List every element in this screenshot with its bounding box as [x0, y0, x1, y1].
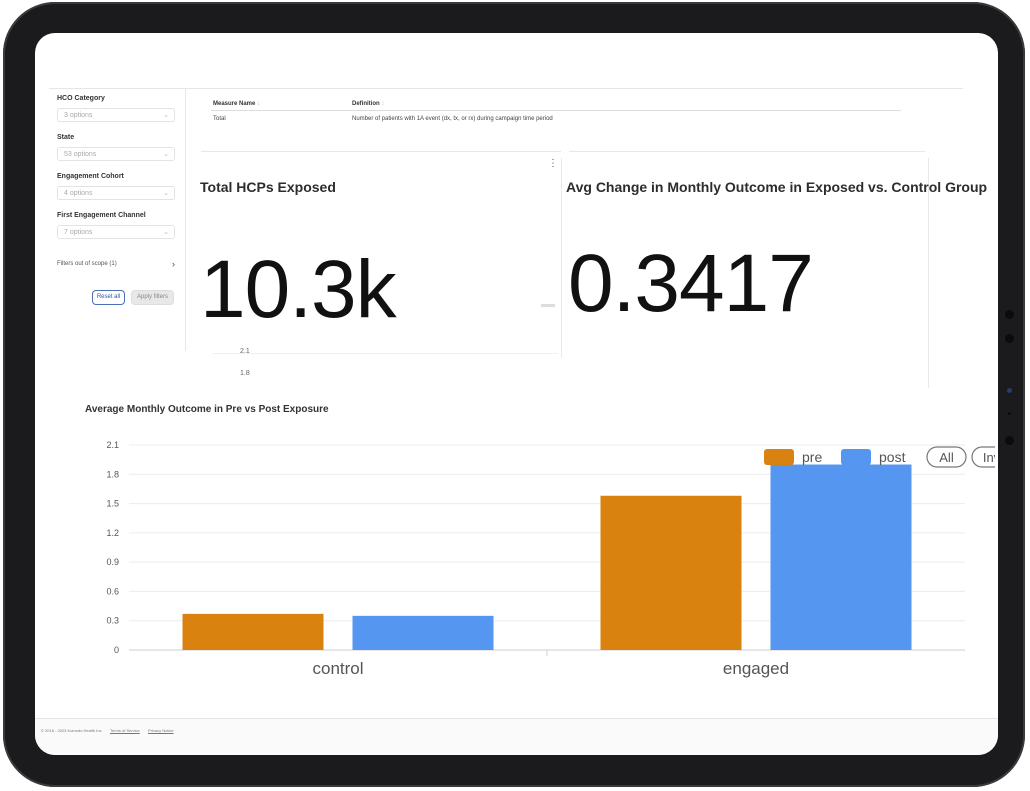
- bar-pre-control[interactable]: [182, 613, 324, 650]
- table-cell-definition: Number of patients with 1A event (dx, tx…: [352, 116, 553, 122]
- panel-handle: [541, 304, 555, 307]
- select-value: 3 options: [64, 112, 93, 119]
- y-tick-label: 0.6: [106, 586, 119, 596]
- y-tick-label: 0.3: [106, 616, 119, 626]
- bar-chart: 0 0.3 0.6 0.9 1.2 1.5 1.8 2.1 control engaged pre…: [106, 440, 995, 678]
- legend-button-label: All: [939, 450, 954, 465]
- tablet-frame: HCO Category 3 options ⌄ State 53 option…: [3, 2, 1025, 787]
- filter-label-state: State: [57, 134, 75, 141]
- terms-link[interactable]: Terms of Service: [110, 728, 140, 733]
- kpi-title-avg-change: Avg Change in Monthly Outcome in Exposed…: [566, 179, 988, 195]
- panel-border: [569, 151, 925, 152]
- bar-pre-engaged[interactable]: [600, 495, 742, 650]
- filter-label-engagement-cohort: Engagement Cohort: [57, 173, 124, 180]
- sidebar-divider: [185, 89, 186, 351]
- table-header-divider: [211, 110, 901, 111]
- select-value: 53 options: [64, 151, 97, 158]
- y-tick-label: 2.1: [106, 440, 119, 450]
- x-category-label: engaged: [723, 659, 789, 678]
- bar-post-engaged[interactable]: [770, 464, 912, 650]
- column-header-label: Measure Name: [213, 101, 256, 107]
- chevron-down-icon: ⌄: [163, 190, 169, 197]
- sort-icon: ↕: [381, 101, 385, 107]
- first-engagement-channel-select[interactable]: 7 options ⌄: [57, 225, 175, 239]
- reset-all-button[interactable]: Reset all: [92, 290, 125, 305]
- bar-chart-panel: Average Monthly Outcome in Pre vs Post E…: [75, 391, 995, 693]
- select-value: 7 options: [64, 229, 93, 236]
- select-value: 4 options: [64, 190, 93, 197]
- filter-sidebar: HCO Category 3 options ⌄ State 53 option…: [35, 89, 185, 349]
- filter-label-first-engagement-channel: First Engagement Channel: [57, 212, 146, 219]
- engagement-cohort-select[interactable]: 4 options ⌄: [57, 186, 175, 200]
- x-category-label: control: [312, 659, 363, 678]
- legend-swatch-pre[interactable]: [764, 449, 794, 465]
- legend-label-pre[interactable]: pre: [802, 449, 822, 465]
- tablet-screen: HCO Category 3 options ⌄ State 53 option…: [35, 33, 998, 755]
- y-tick-label: 1.8: [106, 469, 119, 479]
- hco-category-select[interactable]: 3 options ⌄: [57, 108, 175, 122]
- filter-label-hco-category: HCO Category: [57, 95, 105, 102]
- camera-dot: [1007, 388, 1012, 393]
- y-tick-label: 0: [114, 645, 119, 655]
- kpi-value-avg-change: 0.3417: [568, 238, 814, 329]
- gridline: [213, 353, 558, 354]
- column-header-measure-name[interactable]: Measure Name ↕: [213, 101, 260, 107]
- legend-button-label: Inv: [983, 450, 995, 465]
- panel-border: [561, 158, 562, 358]
- camera-dot: [1008, 412, 1011, 415]
- privacy-link[interactable]: Privacy Notice: [148, 728, 174, 733]
- page-footer: © 2016 - 2023 Komodo Health Inc. Terms o…: [35, 718, 998, 755]
- state-select[interactable]: 53 options ⌄: [57, 147, 175, 161]
- sort-icon: ↕: [257, 101, 261, 107]
- chevron-down-icon: ⌄: [163, 229, 169, 236]
- table-cell-measure-name: Total: [213, 116, 226, 122]
- camera-dot: [1005, 436, 1014, 445]
- filters-out-of-scope[interactable]: Filters out of scope (1) ›: [57, 259, 175, 269]
- bar-post-control[interactable]: [352, 615, 494, 650]
- kpi-title-total-hcps: Total HCPs Exposed: [200, 179, 336, 195]
- column-header-label: Definition: [352, 101, 380, 107]
- chevron-down-icon: ⌄: [163, 112, 169, 119]
- y-tick-label: 1.8: [240, 370, 250, 377]
- kpi-value-total-hcps: 10.3k: [200, 244, 397, 335]
- camera-dot: [1005, 310, 1014, 319]
- camera-dot: [1005, 334, 1014, 343]
- column-header-definition[interactable]: Definition ↕: [352, 101, 384, 107]
- legend-swatch-post[interactable]: [841, 449, 871, 465]
- y-tick-label: 1.5: [106, 499, 119, 509]
- more-options-icon[interactable]: ⋮: [548, 158, 558, 169]
- chevron-down-icon: ⌄: [163, 151, 169, 158]
- header-divider: [49, 88, 963, 89]
- apply-filters-button[interactable]: Apply filters: [131, 290, 174, 305]
- y-tick-label: 0.9: [106, 557, 119, 567]
- filters-out-of-scope-label: Filters out of scope (1): [57, 261, 117, 267]
- y-tick-label: 1.2: [106, 528, 119, 538]
- chevron-right-icon: ›: [172, 259, 175, 269]
- copyright-text: © 2016 - 2023 Komodo Health Inc.: [41, 728, 103, 733]
- legend-label-post[interactable]: post: [879, 449, 906, 465]
- panel-border: [201, 151, 561, 152]
